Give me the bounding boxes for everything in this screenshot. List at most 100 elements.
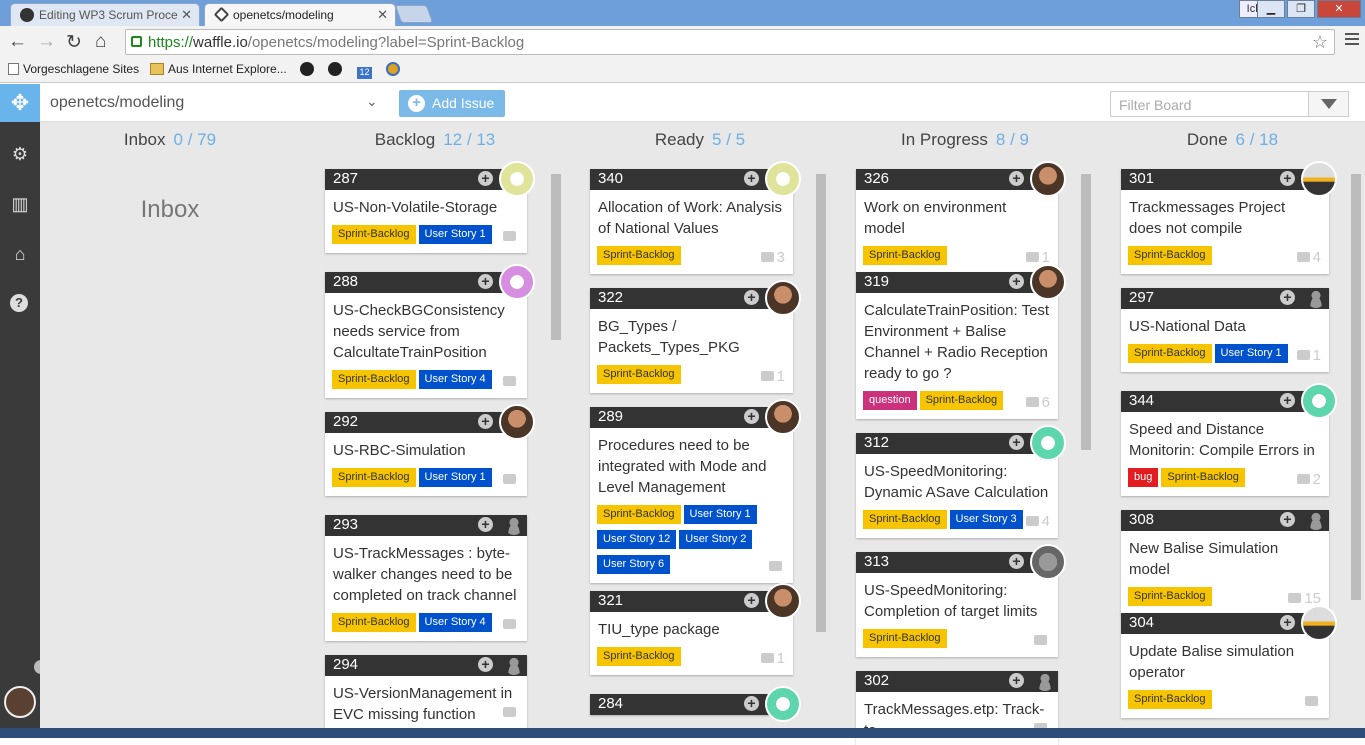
issue-title[interactable]: Work on environment model xyxy=(856,190,1058,243)
issue-label[interactable]: User Story 12 xyxy=(596,529,678,550)
issue-label[interactable]: Sprint-Backlog xyxy=(862,628,948,649)
assignee-avatar[interactable] xyxy=(765,161,801,197)
issue-label[interactable]: Sprint-Backlog xyxy=(596,245,682,266)
issue-label[interactable]: question xyxy=(862,390,918,411)
unassigned-user-icon[interactable] xyxy=(1307,512,1325,530)
issue-label[interactable]: Sprint-Backlog xyxy=(862,245,948,266)
issue-title[interactable]: Trackmessages Project does not compile xyxy=(1121,190,1329,243)
issue-label[interactable]: Sprint-Backlog xyxy=(331,467,417,488)
issue-card[interactable]: 322 + BG_Types / Packets_Types_PKG Sprint-B… xyxy=(590,280,801,393)
issue-label[interactable]: Sprint-Backlog xyxy=(331,612,417,633)
issue-number[interactable]: 294 xyxy=(333,656,358,673)
add-label-icon[interactable]: + xyxy=(478,517,493,532)
issue-title[interactable]: US-National Data xyxy=(1121,309,1329,341)
bookmark-ie-folder[interactable]: Aus Internet Explore... xyxy=(150,62,287,76)
filter-icon[interactable] xyxy=(1309,91,1349,117)
issue-number[interactable]: 301 xyxy=(1129,170,1154,187)
issue-number[interactable]: 344 xyxy=(1129,392,1154,409)
issue-title[interactable]: BG_Types / Packets_Types_PKG xyxy=(590,309,793,362)
issue-card[interactable]: 294 + US-VersionManagement in EVC missing … xyxy=(325,655,527,729)
add-label-icon[interactable]: + xyxy=(478,414,493,429)
add-label-icon[interactable]: + xyxy=(1009,171,1024,186)
add-label-icon[interactable]: + xyxy=(1280,290,1295,305)
close-window-button[interactable]: ✕ xyxy=(1317,0,1361,18)
back-icon[interactable]: ← xyxy=(8,31,27,53)
assignee-avatar[interactable] xyxy=(765,583,801,619)
add-label-icon[interactable]: + xyxy=(478,657,493,672)
add-label-icon[interactable]: + xyxy=(744,593,759,608)
help-icon[interactable]: ? xyxy=(10,294,28,312)
add-label-icon[interactable]: + xyxy=(1280,393,1295,408)
add-label-icon[interactable]: + xyxy=(1280,171,1295,186)
issue-number[interactable]: 321 xyxy=(598,592,623,609)
issue-card[interactable]: 344 + Speed and Distance Monitorin: Compil… xyxy=(1121,383,1337,496)
add-label-icon[interactable]: + xyxy=(744,171,759,186)
assignee-avatar[interactable] xyxy=(765,280,801,316)
add-label-icon[interactable]: + xyxy=(1280,615,1295,630)
issue-number[interactable]: 304 xyxy=(1129,614,1154,631)
assignee-avatar[interactable] xyxy=(499,264,535,300)
minimize-button[interactable]: ▁ xyxy=(1257,0,1285,18)
add-label-icon[interactable]: + xyxy=(1009,673,1024,688)
issue-label[interactable]: Sprint-Backlog xyxy=(596,646,682,667)
bookmark-github-2[interactable] xyxy=(328,62,346,77)
issue-label[interactable]: Sprint-Backlog xyxy=(1127,586,1213,607)
issue-title[interactable]: TIU_type package xyxy=(590,612,793,644)
home-icon[interactable]: ⌂ xyxy=(10,244,30,264)
issue-label[interactable]: bug xyxy=(1127,467,1160,488)
unassigned-user-icon[interactable] xyxy=(1036,673,1054,691)
issue-label[interactable]: Sprint-Backlog xyxy=(596,364,682,385)
issue-title[interactable]: CalculateTrainPosition: Test Environment… xyxy=(856,293,1058,388)
issue-title[interactable]: Allocation of Work: Analysis of National… xyxy=(590,190,793,243)
add-label-icon[interactable]: + xyxy=(744,696,759,711)
issue-number[interactable]: 326 xyxy=(864,170,889,187)
issue-label[interactable]: Sprint-Backlog xyxy=(1127,689,1213,710)
issue-title[interactable]: US-CheckBGConsistency needs service from… xyxy=(325,293,527,367)
issue-number[interactable]: 292 xyxy=(333,413,358,430)
bookmark-suggested-sites[interactable]: Vorgeschlagene Sites xyxy=(8,62,139,76)
issue-card[interactable]: 289 + Procedures need to be integrated wit… xyxy=(590,399,801,583)
assignee-avatar[interactable] xyxy=(499,161,535,197)
add-label-icon[interactable]: + xyxy=(1009,274,1024,289)
filter-board-input[interactable]: Filter Board xyxy=(1110,91,1309,117)
bookmark-star-icon[interactable]: ☆ xyxy=(1312,32,1328,53)
menu-icon[interactable] xyxy=(1345,33,1359,48)
repo-selector[interactable]: openetcs/modeling xyxy=(50,94,184,112)
add-label-icon[interactable]: + xyxy=(478,171,493,186)
issue-title[interactable]: US-VersionManagement in EVC missing func… xyxy=(325,676,527,729)
issue-card[interactable]: 293 + US-TrackMessages : byte-walker chang… xyxy=(325,515,527,641)
new-tab-button[interactable] xyxy=(394,5,434,23)
assignee-avatar[interactable] xyxy=(499,404,535,440)
issue-number[interactable]: 297 xyxy=(1129,289,1154,306)
issue-number[interactable]: 312 xyxy=(864,434,889,451)
bookmark-calendar[interactable]: 12 xyxy=(357,62,376,79)
issue-card[interactable]: 312 + US-SpeedMonitoring: Dynamic ASave Ca… xyxy=(856,425,1066,538)
issue-label[interactable]: User Story 6 xyxy=(596,554,672,575)
issue-title[interactable]: US-RBC-Simulation xyxy=(325,433,527,465)
assignee-avatar[interactable] xyxy=(765,399,801,435)
issue-card[interactable]: 304 + Update Balise simulation operator Spr… xyxy=(1121,605,1337,718)
issue-label[interactable]: Sprint-Backlog xyxy=(596,504,682,525)
forward-icon[interactable]: → xyxy=(37,31,56,53)
add-label-icon[interactable]: + xyxy=(1280,512,1295,527)
assignee-avatar[interactable] xyxy=(1030,425,1066,461)
waffle-logo-icon[interactable]: ✥ xyxy=(0,84,40,122)
issue-title[interactable]: Speed and Distance Monitorin: Compile Er… xyxy=(1121,412,1329,465)
issue-label[interactable]: Sprint-Backlog xyxy=(1127,343,1213,364)
issue-number[interactable]: 313 xyxy=(864,553,889,570)
home-icon[interactable]: ⌂ xyxy=(95,31,106,53)
unassigned-user-icon[interactable] xyxy=(1307,290,1325,308)
issue-title[interactable]: US-TrackMessages : byte-walker changes n… xyxy=(325,536,527,610)
issue-label[interactable]: User Story 4 xyxy=(417,369,493,390)
issue-label[interactable]: Sprint-Backlog xyxy=(331,369,417,390)
issue-label[interactable]: User Story 1 xyxy=(417,467,493,488)
bookmark-gear[interactable] xyxy=(386,62,404,77)
tab-editing-wp3[interactable]: Editing WP3 Scrum Proce ✕ xyxy=(10,3,200,26)
issue-card[interactable]: 321 + TIU_type package Sprint-Backlog 1 xyxy=(590,583,801,675)
issue-label[interactable]: User Story 3 xyxy=(948,509,1024,530)
issue-title[interactable]: US-SpeedMonitoring: Completion of target… xyxy=(856,573,1058,626)
issue-label[interactable]: Sprint-Backlog xyxy=(1127,245,1213,266)
scrollbar[interactable] xyxy=(550,160,562,738)
assignee-avatar[interactable] xyxy=(1030,264,1066,300)
issue-number[interactable]: 340 xyxy=(598,170,623,187)
